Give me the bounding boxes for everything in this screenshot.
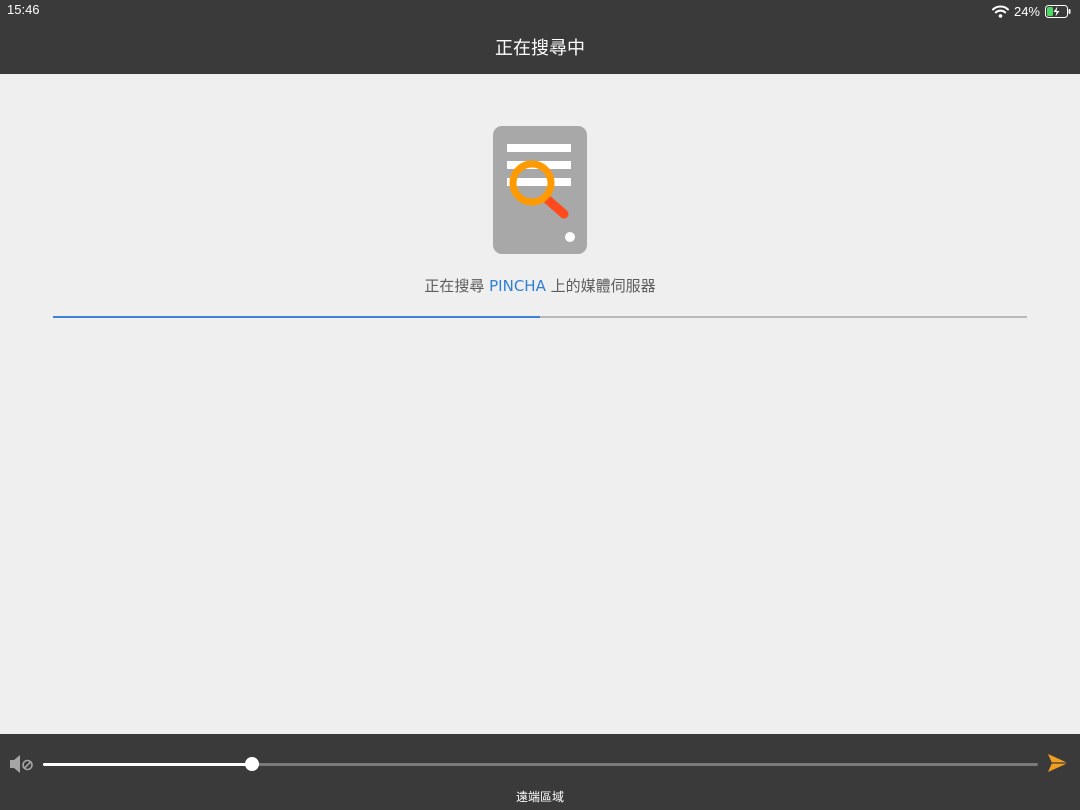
volume-slider[interactable] [43, 754, 1038, 774]
server-search-icon [493, 126, 587, 254]
status-indicators: 24% [991, 2, 1072, 20]
wifi-icon [991, 5, 1009, 18]
volume-mute-icon[interactable] [9, 753, 35, 775]
status-time: 15:46 [7, 2, 40, 17]
search-progress-fill [53, 316, 540, 318]
zone-label[interactable]: 遠端區域 [0, 788, 1080, 805]
player-bar: 遠端區域 [0, 734, 1080, 810]
volume-fill [43, 763, 252, 766]
search-status-suffix: 上的媒體伺服器 [545, 277, 656, 295]
server-name: PINCHA [489, 277, 546, 295]
battery-percent: 24% [1013, 3, 1040, 19]
search-status-text: 正在搜尋 PINCHA 上的媒體伺服器 [0, 275, 1080, 296]
page-title: 正在搜尋中 [495, 38, 585, 59]
top-bar: 15:46 24% 正在搜尋中 [0, 0, 1080, 74]
send-icon[interactable] [1047, 752, 1069, 774]
search-progress-bar [53, 316, 1027, 318]
search-status-prefix: 正在搜尋 [424, 277, 490, 295]
battery-charging-icon [1045, 4, 1071, 18]
volume-track [43, 763, 1038, 766]
volume-knob[interactable] [244, 757, 259, 771]
